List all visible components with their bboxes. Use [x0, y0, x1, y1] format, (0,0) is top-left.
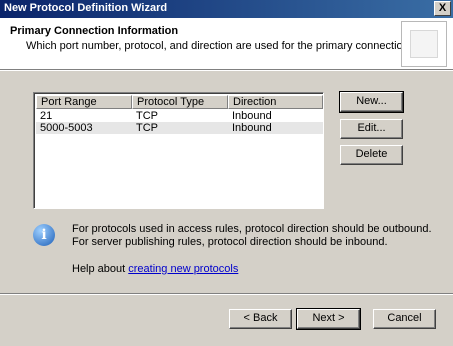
cell-protocol-type: TCP: [136, 110, 158, 122]
back-button[interactable]: < Back: [229, 309, 292, 329]
cell-port-range: 5000-5003: [40, 122, 93, 134]
cell-port-range: 21: [40, 110, 53, 122]
title-bar: New Protocol Definition Wizard X: [0, 0, 453, 18]
new-button[interactable]: New...: [339, 91, 404, 113]
cell-protocol-type: TCP: [136, 122, 158, 134]
help-link[interactable]: creating new protocols: [128, 263, 238, 275]
list-header: Port Range Protocol Type Direction: [36, 95, 323, 109]
info-text-outbound: For protocols used in access rules, prot…: [72, 223, 432, 235]
info-text-inbound: For server publishing rules, protocol di…: [72, 236, 388, 248]
column-header-direction[interactable]: Direction: [228, 95, 323, 109]
table-row[interactable]: 5000-5003 TCP Inbound: [36, 122, 323, 134]
page-title: Primary Connection Information: [10, 25, 179, 37]
info-icon: i: [33, 224, 55, 246]
table-row[interactable]: 21 TCP Inbound: [36, 110, 323, 122]
close-button[interactable]: X: [434, 1, 451, 16]
footer-divider: [0, 293, 453, 295]
wizard-header: Primary Connection Information Which por…: [0, 18, 453, 70]
cancel-button[interactable]: Cancel: [373, 309, 436, 329]
next-button[interactable]: Next >: [296, 308, 361, 330]
help-line: Help about creating new protocols: [72, 263, 238, 275]
cell-direction: Inbound: [232, 110, 272, 122]
header-divider: [0, 70, 453, 71]
protocol-list[interactable]: Port Range Protocol Type Direction 21 TC…: [33, 92, 324, 209]
column-header-protocol-type[interactable]: Protocol Type: [132, 95, 228, 109]
column-header-port-range[interactable]: Port Range: [36, 95, 132, 109]
wizard-icon: [401, 21, 447, 67]
edit-button[interactable]: Edit...: [340, 119, 403, 139]
window-title: New Protocol Definition Wizard: [4, 2, 168, 14]
delete-button[interactable]: Delete: [340, 145, 403, 165]
page-subtitle: Which port number, protocol, and directi…: [26, 40, 415, 52]
cell-direction: Inbound: [232, 122, 272, 134]
help-prefix: Help about: [72, 263, 129, 275]
